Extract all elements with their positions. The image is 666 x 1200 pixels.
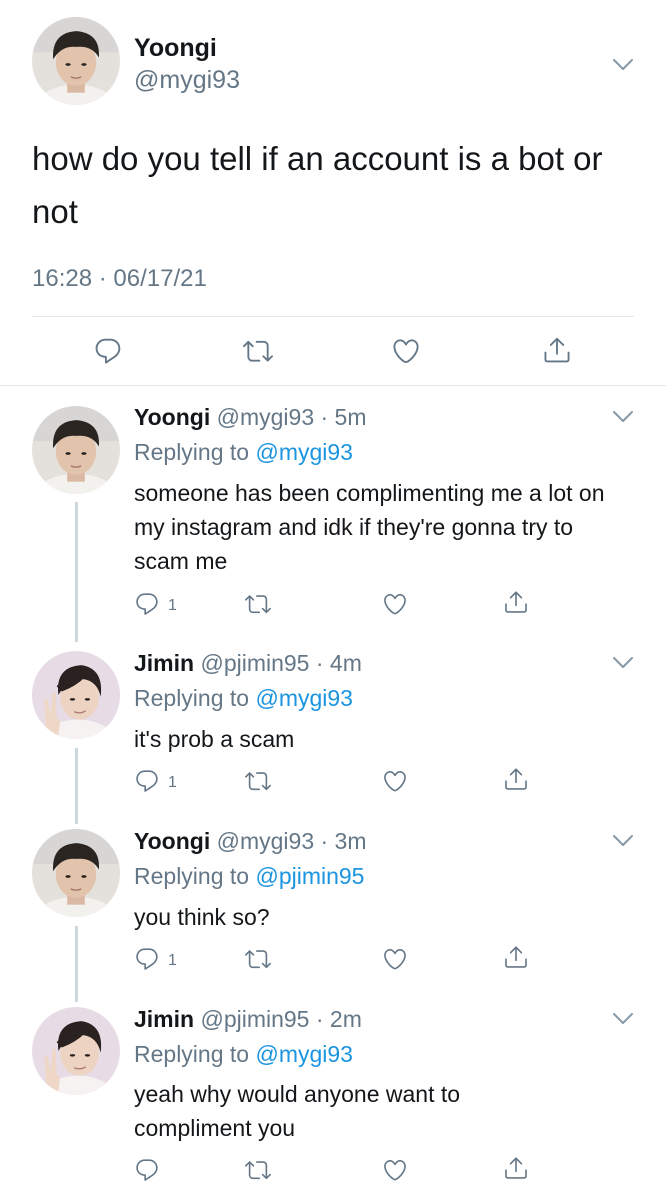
reply-icon[interactable] (134, 768, 160, 794)
replying-to: Replying to @mygi93 (134, 1039, 353, 1069)
replying-to: Replying to @mygi93 (134, 437, 353, 467)
avatar[interactable] (32, 829, 120, 917)
replying-to: Replying to @mygi93 (134, 683, 353, 713)
mention-link[interactable]: @mygi93 (255, 685, 353, 711)
thread-line (75, 748, 78, 824)
avatar[interactable] (32, 651, 120, 739)
avatar-image (32, 829, 120, 917)
thread-line (75, 502, 78, 642)
reply-header: Jimin @pjimin95 · 2m (134, 1004, 362, 1034)
retweet-icon[interactable] (245, 946, 271, 972)
retweet-icon[interactable] (245, 1157, 271, 1183)
divider (32, 316, 634, 317)
divider (0, 385, 666, 386)
reply-header: Jimin @pjimin95 · 4m (134, 648, 362, 678)
share-icon[interactable] (503, 944, 529, 970)
retweet-icon[interactable] (245, 768, 271, 794)
avatar-image (32, 406, 120, 494)
author-name[interactable]: Yoongi (134, 828, 210, 854)
reply-count: 1 (168, 597, 177, 614)
chevron-down-icon[interactable] (612, 834, 634, 848)
reply-icon[interactable] (134, 946, 160, 972)
author-handle-time[interactable]: @pjimin95 · 2m (200, 1006, 361, 1032)
like-icon[interactable] (382, 768, 408, 794)
retweet-icon[interactable] (243, 336, 273, 366)
replying-prefix: Replying to (134, 863, 250, 889)
reply-text: it's prob a scam (134, 726, 295, 752)
chevron-down-icon[interactable] (612, 656, 634, 670)
like-icon[interactable] (391, 336, 421, 366)
replying-prefix: Replying to (134, 439, 250, 465)
mention-link[interactable]: @pjimin95 (255, 863, 364, 889)
mention-link[interactable]: @mygi93 (255, 439, 353, 465)
author-handle[interactable]: @mygi93 (134, 64, 240, 96)
chevron-down-icon[interactable] (612, 58, 634, 72)
reply-text: you think so? (134, 904, 270, 930)
tweet-text: how do you tell if an account is a bot o… (32, 140, 603, 230)
like-icon[interactable] (382, 946, 408, 972)
reply-count: 1 (168, 774, 177, 791)
avatar[interactable] (32, 406, 120, 494)
chevron-down-icon[interactable] (612, 1012, 634, 1026)
avatar[interactable] (32, 17, 120, 105)
avatar-image (32, 17, 120, 105)
retweet-icon[interactable] (245, 591, 271, 617)
reply-header: Yoongi @mygi93 · 5m (134, 402, 367, 432)
chevron-down-icon[interactable] (612, 410, 634, 424)
tweet-timestamp: 16:28 · 06/17/21 (32, 265, 207, 292)
reply-icon[interactable] (93, 336, 123, 366)
share-icon[interactable] (542, 335, 572, 365)
reply-text: yeah why would anyone want to compliment… (134, 1081, 461, 1141)
reply-icon[interactable] (134, 591, 160, 617)
author-name[interactable]: Jimin (134, 650, 194, 676)
author-handle-time[interactable]: @mygi93 · 3m (217, 828, 367, 854)
author-name[interactable]: Jimin (134, 1006, 194, 1032)
replying-prefix: Replying to (134, 685, 250, 711)
avatar-image (32, 1007, 120, 1095)
author-name[interactable]: Yoongi (134, 32, 217, 64)
like-icon[interactable] (382, 1157, 408, 1183)
thread-line (75, 926, 78, 1002)
like-icon[interactable] (382, 591, 408, 617)
reply-icon[interactable] (134, 1157, 160, 1183)
author-name[interactable]: Yoongi (134, 404, 210, 430)
author-handle-time[interactable]: @mygi93 · 5m (217, 404, 367, 430)
share-icon[interactable] (503, 766, 529, 792)
replying-to: Replying to @pjimin95 (134, 861, 364, 891)
avatar[interactable] (32, 1007, 120, 1095)
replying-prefix: Replying to (134, 1041, 250, 1067)
reply-text: someone has been complimenting me a lot … (134, 480, 605, 574)
avatar-image (32, 651, 120, 739)
mention-link[interactable]: @mygi93 (255, 1041, 353, 1067)
share-icon[interactable] (503, 589, 529, 615)
reply-count: 1 (168, 952, 177, 969)
share-icon[interactable] (503, 1155, 529, 1181)
reply-header: Yoongi @mygi93 · 3m (134, 826, 367, 856)
author-handle-time[interactable]: @pjimin95 · 4m (200, 650, 361, 676)
